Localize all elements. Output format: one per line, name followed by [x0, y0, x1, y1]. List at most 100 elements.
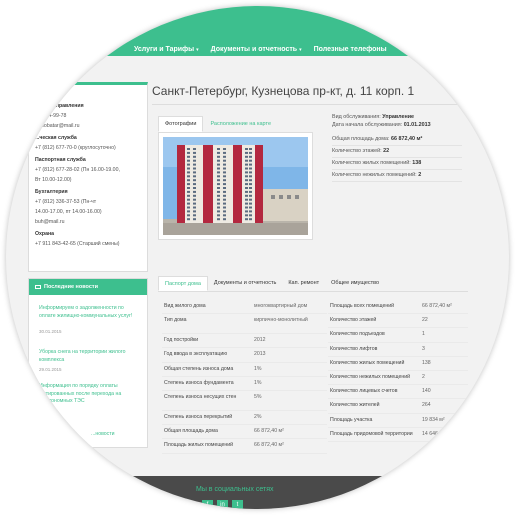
table-row: Количество жилых помещений 138: [328, 357, 468, 371]
table-value: 14 646 м²: [422, 430, 445, 437]
building-window: [249, 155, 252, 158]
table-value: 2012: [254, 337, 266, 344]
info-row: Количество этажей: 22: [332, 148, 389, 154]
passport-table-right: Площадь всех помещений 66 872,40 м² Количе…: [328, 300, 468, 442]
newspaper-icon: [35, 284, 41, 289]
info-row: Количество жилых помещений: 138: [332, 160, 421, 166]
building-window: [187, 163, 190, 166]
social-icon[interactable]: in: [217, 500, 228, 509]
building-window: [193, 206, 196, 209]
building-window: [187, 148, 190, 150]
tab-capital-repair[interactable]: Кап. ремонт: [282, 276, 325, 291]
table-value: 264: [422, 402, 431, 409]
tab-map[interactable]: Расположение на карте: [203, 116, 278, 132]
building-window: [217, 214, 220, 217]
building-window: [217, 179, 220, 182]
info-label: Дата начала обслуживания:: [332, 122, 403, 128]
table-row: Общая степень износа дома 1%: [162, 363, 327, 377]
building-window: [187, 198, 190, 201]
all-news-link[interactable]: ...новости: [91, 431, 115, 437]
table-row: Площадь участка 19 834 м²: [328, 414, 468, 428]
social-icon[interactable]: t: [232, 500, 243, 509]
table-key: Количество лицевых счетов: [330, 388, 398, 395]
table-value: 19 834 м²: [422, 416, 445, 423]
table-key: Количество жителей: [330, 402, 380, 409]
building-window: [223, 179, 226, 182]
building-window: [217, 202, 220, 205]
building-window: [223, 148, 226, 150]
tab-common-property[interactable]: Общее имущество: [325, 276, 385, 291]
table-row: Площадь придомовой территории 14 646 м²: [328, 428, 468, 442]
info-row: Количество нежилых помещений: 2: [332, 172, 421, 178]
building-window: [245, 151, 248, 154]
info-label: Вид обслуживания:: [332, 114, 381, 120]
news-link[interactable]: Уборка снега на территории жилого компле…: [39, 349, 139, 364]
building-window: [249, 214, 252, 217]
building-window: [193, 179, 196, 182]
table-value: кирпично-монолитный: [254, 317, 308, 324]
table-value: 1%: [254, 365, 262, 372]
contact-heading: ...итель правления: [35, 103, 84, 109]
table-key: Степень износа перекрытий: [164, 413, 233, 420]
news-link[interactable]: Информация по порядку оплаты ...ттирован…: [39, 383, 139, 406]
contact-line: Вт 10.00-12.00): [35, 177, 72, 183]
contact-line: +7 (812) 677-28-02 (Пн 16.00-19.00,: [35, 167, 120, 173]
building-window: [245, 210, 248, 213]
page: Услуги и Тарифы ▾ Документы и отчетность ▾ П…: [6, 6, 509, 509]
building-window: [193, 210, 196, 213]
info-value: Управление: [382, 114, 415, 120]
building-window: [187, 206, 190, 209]
tab-photos[interactable]: Фотографии: [158, 116, 204, 132]
table-value: 5%: [254, 393, 262, 400]
building-window: [217, 183, 220, 186]
table-value: 66 872,40 м²: [254, 428, 284, 435]
nav-item[interactable]: Документы и отчетность ▾: [211, 46, 302, 53]
info-label: Количество нежилых помещений:: [332, 172, 417, 178]
building-photo[interactable]: [158, 132, 313, 240]
info-label: Количество этажей:: [332, 148, 382, 154]
building-window: [217, 148, 220, 150]
building-window: [249, 163, 252, 166]
building-window: [223, 187, 226, 189]
tab-passport[interactable]: Паспорт дома: [158, 276, 208, 291]
table-row: Год постройки 2012: [162, 334, 327, 349]
page-title: Санкт-Петербург, Кузнецова пр-кт, д. 11 …: [152, 84, 415, 98]
info-divider: [332, 181, 462, 182]
news-date: 30.01.2015: [39, 329, 62, 334]
contact-heading: ...ческая служба: [35, 135, 77, 141]
news-title: Последние новости: [44, 284, 98, 290]
contact-line: 14.00-17.00, пт 14.00-16.00): [35, 209, 102, 215]
building-window: [217, 187, 220, 189]
table-key: Тип дома: [164, 317, 187, 324]
nav-item[interactable]: Услуги и Тарифы ▾: [134, 46, 199, 53]
social-icon[interactable]: f: [202, 500, 213, 509]
info-row: Общая площадь дома: 66 872,40 м²: [332, 136, 422, 142]
building-window: [249, 187, 252, 189]
building-window: [245, 175, 248, 178]
building-window: [223, 190, 226, 193]
table-key: Площадь всех помещений: [330, 303, 395, 309]
footer-login-link[interactable]: Вход в ...: [362, 488, 387, 494]
building-window: [223, 194, 226, 197]
building-window: [193, 194, 196, 197]
building-window: [249, 190, 252, 193]
table-value: 66 872,40 м²: [422, 303, 452, 309]
table-row: Количество жителей 264: [328, 399, 468, 414]
contact-heading: Паспортная служба: [35, 157, 86, 163]
building-window: [193, 198, 196, 201]
building-window: [249, 206, 252, 209]
news-link[interactable]: Информируем о задолженности по оплате жи…: [39, 305, 139, 320]
table-row: Степень износа фундамента 1%: [162, 377, 327, 391]
building-window: [193, 175, 196, 178]
building-window: [223, 210, 226, 213]
building-window: [193, 151, 196, 154]
building-window: [245, 194, 248, 197]
info-value: 138: [412, 160, 422, 166]
nav-item[interactable]: Полезные телефоны: [314, 46, 389, 53]
table-value: многоквартирный дом: [254, 303, 308, 309]
building-window: [245, 190, 248, 193]
building-window: [249, 167, 252, 170]
building-window: [187, 175, 190, 178]
tab-documents[interactable]: Документы и отчетность: [208, 276, 282, 291]
building-window: [249, 202, 252, 205]
